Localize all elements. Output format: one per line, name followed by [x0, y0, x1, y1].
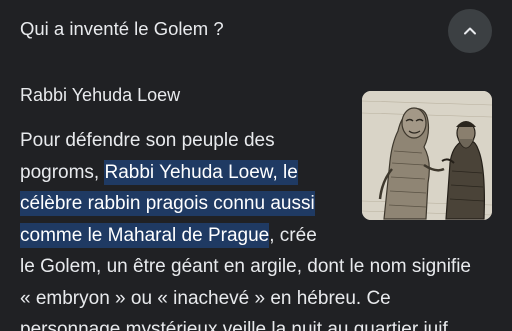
- snippet-highlight: Rabbi Yehuda Loew, le: [104, 161, 298, 183]
- snippet-text: Pour défendre son peuple des: [20, 130, 275, 151]
- snippet-line: comme le Maharal de Prague, crée: [20, 220, 500, 252]
- snippet-line: pogroms, Rabbi Yehuda Loew, le: [20, 157, 500, 189]
- snippet-highlight: comme le Maharal de Prague: [20, 224, 270, 246]
- faq-question-text: Qui a inventé le Golem ?: [20, 18, 224, 39]
- snippet-text: le Golem, un être géant en argile, dont …: [20, 256, 471, 277]
- snippet-text: , crée: [269, 224, 317, 246]
- snippet-text: « embryon » ou « inachevé » en hébreu. C…: [20, 287, 391, 309]
- snippet-line: « embryon » ou « inachevé » en hébreu. C…: [20, 283, 500, 315]
- snippet-line: le Golem, un être géant en argile, dont …: [20, 251, 500, 283]
- snippet-line: célèbre rabbin pragois connu aussi: [20, 188, 500, 220]
- snippet-text: pogroms,: [20, 161, 105, 183]
- chevron-up-icon: [464, 27, 476, 35]
- answer-snippet: Pour défendre son peuple des pogroms, Ra…: [20, 125, 500, 331]
- answer-title: Rabbi Yehuda Loew: [20, 85, 181, 105]
- faq-question-row[interactable]: Qui a inventé le Golem ?: [0, 0, 512, 60]
- collapse-button[interactable]: [448, 9, 492, 53]
- snippet-highlight: célèbre rabbin pragois connu aussi: [20, 193, 315, 214]
- snippet-text: personnage mystérieux veille la nuit au …: [20, 319, 454, 331]
- snippet-line: personnage mystérieux veille la nuit au …: [20, 314, 500, 331]
- snippet-line: Pour défendre son peuple des: [20, 125, 500, 157]
